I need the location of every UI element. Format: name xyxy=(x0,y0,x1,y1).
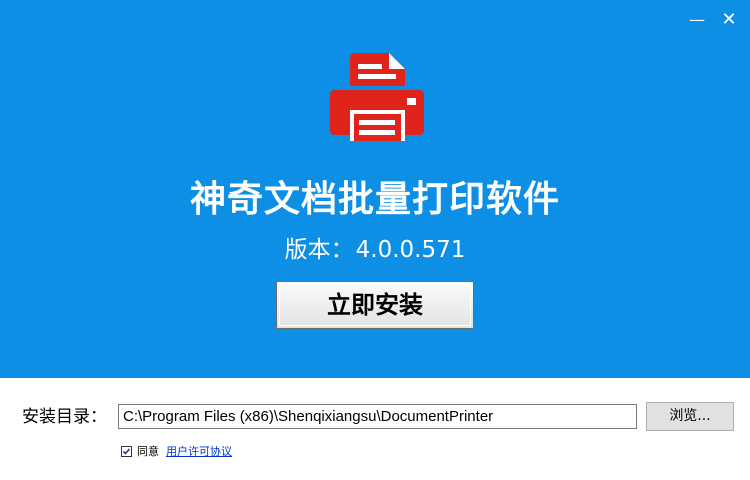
printer-icon xyxy=(330,53,424,141)
agreement-row: 同意 用户许可协议 xyxy=(121,442,232,460)
installer-window: — ✕ 神奇文档批量打印软件 版本：4.0.0.571 立即安装 安装目录： C… xyxy=(0,0,750,480)
close-icon: ✕ xyxy=(721,9,737,30)
app-title: 神奇文档批量打印软件 xyxy=(189,179,560,220)
version-number: 4.0.0.571 xyxy=(355,237,466,263)
minimize-icon: — xyxy=(689,10,705,29)
install-now-button[interactable]: 立即安装 xyxy=(276,281,474,329)
install-path-input[interactable] xyxy=(118,404,637,429)
version-line: 版本：4.0.0.571 xyxy=(0,235,750,265)
agree-checkbox[interactable] xyxy=(121,445,132,457)
close-button[interactable]: ✕ xyxy=(718,9,740,31)
license-agreement-link[interactable]: 用户许可协议 xyxy=(166,443,232,459)
browse-button[interactable]: 浏览... xyxy=(646,402,734,431)
checkmark-icon xyxy=(122,447,131,455)
version-label: 版本： xyxy=(284,237,354,263)
install-dir-label: 安装目录： xyxy=(22,407,107,427)
header-banner: — ✕ 神奇文档批量打印软件 版本：4.0.0.571 立即安装 xyxy=(0,0,750,378)
minimize-button[interactable]: — xyxy=(686,9,708,31)
agree-label: 同意 xyxy=(137,445,159,458)
